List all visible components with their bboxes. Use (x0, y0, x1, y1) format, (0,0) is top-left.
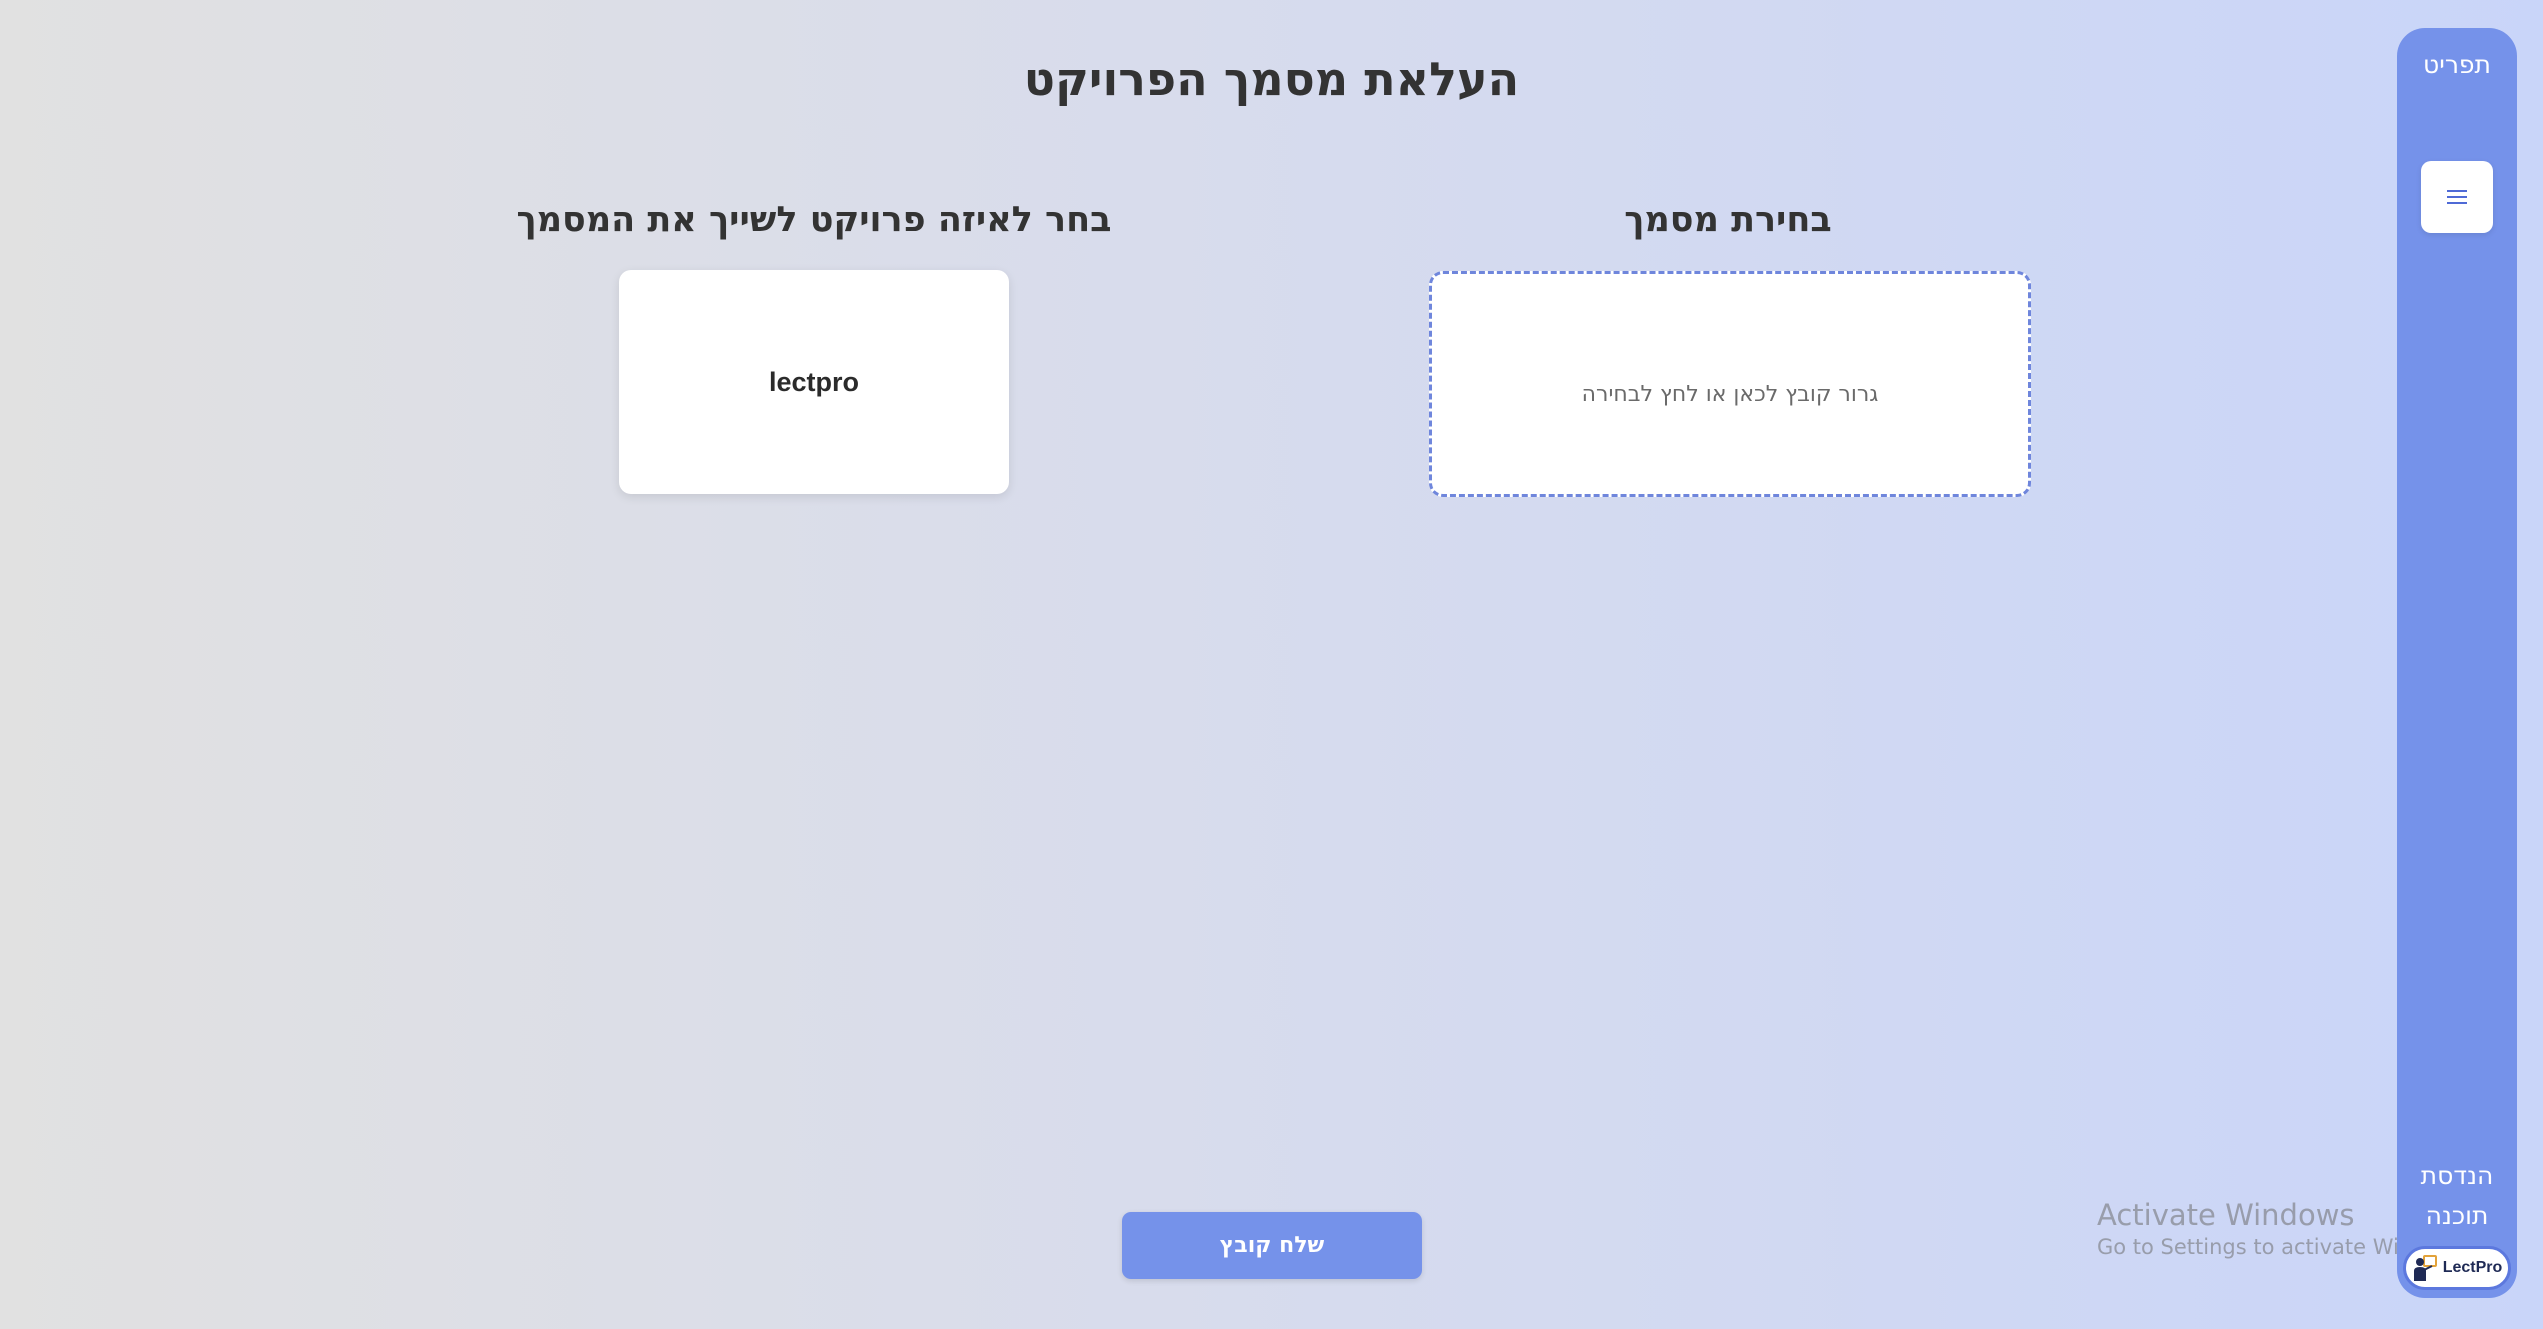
hamburger-icon (2447, 190, 2467, 204)
sidebar-footer-line-1: הנדסת (2420, 1161, 2494, 1190)
file-section-heading: בחירת מסמך (1624, 200, 1832, 240)
sidebar: תפריט הנדסת תוכנה LectPro (2397, 28, 2517, 1298)
project-name: lectpro (768, 366, 860, 397)
watermark-title: Activate Windows (2097, 1198, 2355, 1232)
lecturer-icon (2413, 1255, 2437, 1281)
sidebar-footer: הנדסת תוכנה (2397, 1156, 2517, 1236)
drop-zone-text: גרור קובץ לכאן או לחץ לבחירה (1581, 381, 1879, 407)
windows-activation-watermark: Activate Windows Go to Settings to activ… (2097, 1198, 2397, 1259)
project-card[interactable]: lectpro (619, 270, 1009, 494)
file-drop-zone[interactable]: גרור קובץ לכאן או לחץ לבחירה (1429, 271, 2031, 497)
page-title: העלאת מסמך הפרויקט (1023, 52, 1520, 106)
menu-toggle-button[interactable] (2421, 161, 2493, 233)
send-file-button[interactable]: שלח קובץ (1122, 1212, 1422, 1279)
sidebar-title: תפריט (2423, 50, 2491, 79)
project-section-heading: בחר לאיזה פרויקט לשייך את המסמך (516, 200, 1112, 240)
logo-text: LectPro (2442, 1259, 2503, 1276)
lectpro-logo: LectPro (2403, 1246, 2511, 1290)
watermark-subtitle: Go to Settings to activate Windows. (2097, 1235, 2397, 1259)
sidebar-footer-line-2: תוכנה (2425, 1201, 2489, 1230)
